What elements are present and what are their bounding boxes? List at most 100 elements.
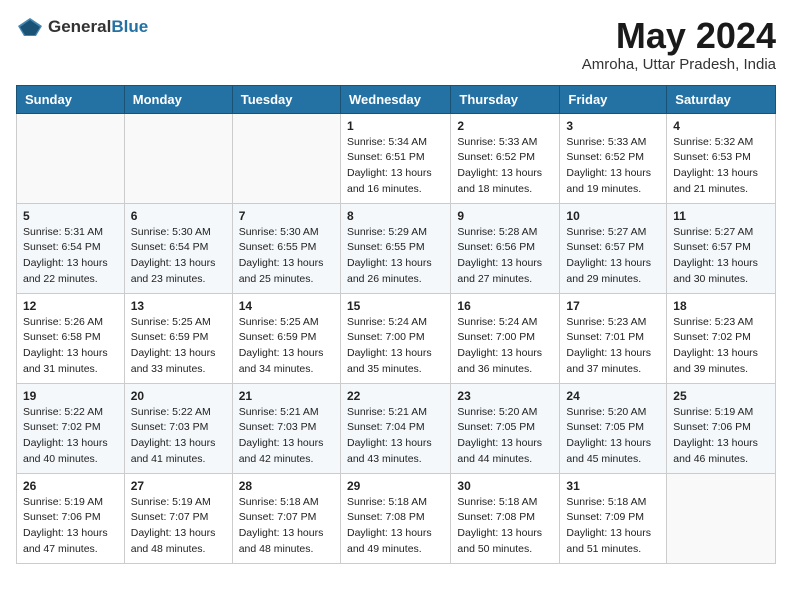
day-info: Sunrise: 5:18 AMSunset: 7:09 PMDaylight:… <box>566 495 660 558</box>
day-info: Sunrise: 5:33 AMSunset: 6:52 PMDaylight:… <box>457 135 553 198</box>
calendar-cell: 10 Sunrise: 5:27 AMSunset: 6:57 PMDayligh… <box>560 203 667 293</box>
day-number: 31 <box>566 479 660 493</box>
logo-general: General <box>48 17 111 36</box>
day-info: Sunrise: 5:30 AMSunset: 6:54 PMDaylight:… <box>131 225 226 288</box>
calendar-cell: 12 Sunrise: 5:26 AMSunset: 6:58 PMDayligh… <box>17 293 125 383</box>
calendar-week-row: 12 Sunrise: 5:26 AMSunset: 6:58 PMDayligh… <box>17 293 776 383</box>
calendar-cell: 3 Sunrise: 5:33 AMSunset: 6:52 PMDaylight… <box>560 113 667 203</box>
day-number: 13 <box>131 299 226 313</box>
day-number: 20 <box>131 389 226 403</box>
calendar-cell: 18 Sunrise: 5:23 AMSunset: 7:02 PMDayligh… <box>667 293 776 383</box>
calendar-header-row: SundayMondayTuesdayWednesdayThursdayFrid… <box>17 85 776 113</box>
day-number: 3 <box>566 119 660 133</box>
day-number: 11 <box>673 209 769 223</box>
day-info: Sunrise: 5:29 AMSunset: 6:55 PMDaylight:… <box>347 225 444 288</box>
day-info: Sunrise: 5:21 AMSunset: 7:03 PMDaylight:… <box>239 405 334 468</box>
day-info: Sunrise: 5:27 AMSunset: 6:57 PMDaylight:… <box>566 225 660 288</box>
generalblue-logo-icon <box>16 16 44 38</box>
logo: GeneralBlue <box>16 16 148 38</box>
day-info: Sunrise: 5:23 AMSunset: 7:02 PMDaylight:… <box>673 315 769 378</box>
calendar-cell: 7Sunrise: 5:30 AMSunset: 6:55 PMDaylight… <box>232 203 340 293</box>
day-info: Sunrise: 5:19 AMSunset: 7:07 PMDaylight:… <box>131 495 226 558</box>
day-number: 15 <box>347 299 444 313</box>
day-info: Sunrise: 5:23 AMSunset: 7:01 PMDaylight:… <box>566 315 660 378</box>
calendar-cell: 27 Sunrise: 5:19 AMSunset: 7:07 PMDayligh… <box>124 473 232 563</box>
calendar-cell: 2 Sunrise: 5:33 AMSunset: 6:52 PMDaylight… <box>451 113 560 203</box>
day-info: Sunrise: 5:22 AMSunset: 7:03 PMDaylight:… <box>131 405 226 468</box>
day-info: Sunrise: 5:18 AMSunset: 7:07 PMDaylight:… <box>239 495 334 558</box>
day-info: Sunrise: 5:18 AMSunset: 7:08 PMDaylight:… <box>347 495 444 558</box>
day-number: 23 <box>457 389 553 403</box>
calendar-cell: 13 Sunrise: 5:25 AMSunset: 6:59 PMDayligh… <box>124 293 232 383</box>
day-number: 26 <box>23 479 118 493</box>
day-info: Sunrise: 5:19 AMSunset: 7:06 PMDaylight:… <box>673 405 769 468</box>
calendar-week-row: 1Sunrise: 5:34 AMSunset: 6:51 PMDaylight… <box>17 113 776 203</box>
calendar-week-row: 19Sunrise: 5:22 AMSunset: 7:02 PMDayligh… <box>17 383 776 473</box>
calendar-cell: 24Sunrise: 5:20 AMSunset: 7:05 PMDayligh… <box>560 383 667 473</box>
day-number: 10 <box>566 209 660 223</box>
calendar-cell <box>667 473 776 563</box>
day-number: 12 <box>23 299 118 313</box>
calendar-cell <box>232 113 340 203</box>
day-info: Sunrise: 5:25 AMSunset: 6:59 PMDaylight:… <box>131 315 226 378</box>
day-info: Sunrise: 5:25 AMSunset: 6:59 PMDaylight:… <box>239 315 334 378</box>
day-number: 21 <box>239 389 334 403</box>
calendar-cell: 6 Sunrise: 5:30 AMSunset: 6:54 PMDaylight… <box>124 203 232 293</box>
day-number: 28 <box>239 479 334 493</box>
title-section: May 2024 Amroha, Uttar Pradesh, India <box>582 16 776 73</box>
day-info: Sunrise: 5:28 AMSunset: 6:56 PMDaylight:… <box>457 225 553 288</box>
day-number: 7 <box>239 209 334 223</box>
day-number: 2 <box>457 119 553 133</box>
calendar-cell: 23Sunrise: 5:20 AMSunset: 7:05 PMDayligh… <box>451 383 560 473</box>
day-info: Sunrise: 5:27 AMSunset: 6:57 PMDaylight:… <box>673 225 769 288</box>
calendar-week-row: 26 Sunrise: 5:19 AMSunset: 7:06 PMDayligh… <box>17 473 776 563</box>
day-info: Sunrise: 5:24 AMSunset: 7:00 PMDaylight:… <box>457 315 553 378</box>
calendar-cell: 16 Sunrise: 5:24 AMSunset: 7:00 PMDayligh… <box>451 293 560 383</box>
weekday-header: Friday <box>560 85 667 113</box>
day-number: 27 <box>131 479 226 493</box>
calendar-cell: 9 Sunrise: 5:28 AMSunset: 6:56 PMDaylight… <box>451 203 560 293</box>
day-number: 9 <box>457 209 553 223</box>
day-number: 22 <box>347 389 444 403</box>
day-info: Sunrise: 5:19 AMSunset: 7:06 PMDaylight:… <box>23 495 118 558</box>
day-number: 16 <box>457 299 553 313</box>
day-number: 29 <box>347 479 444 493</box>
day-number: 4 <box>673 119 769 133</box>
logo-blue: Blue <box>111 17 148 36</box>
day-info: Sunrise: 5:26 AMSunset: 6:58 PMDaylight:… <box>23 315 118 378</box>
day-info: Sunrise: 5:32 AMSunset: 6:53 PMDaylight:… <box>673 135 769 198</box>
day-info: Sunrise: 5:18 AMSunset: 7:08 PMDaylight:… <box>457 495 553 558</box>
calendar-cell: 21 Sunrise: 5:21 AMSunset: 7:03 PMDayligh… <box>232 383 340 473</box>
day-number: 19 <box>23 389 118 403</box>
day-info: Sunrise: 5:31 AMSunset: 6:54 PMDaylight:… <box>23 225 118 288</box>
weekday-header: Tuesday <box>232 85 340 113</box>
weekday-header: Saturday <box>667 85 776 113</box>
day-number: 25 <box>673 389 769 403</box>
calendar-cell: 11 Sunrise: 5:27 AMSunset: 6:57 PMDayligh… <box>667 203 776 293</box>
calendar-cell: 8 Sunrise: 5:29 AMSunset: 6:55 PMDaylight… <box>340 203 450 293</box>
day-info: Sunrise: 5:20 AMSunset: 7:05 PMDaylight:… <box>566 405 660 468</box>
calendar-cell: 5 Sunrise: 5:31 AMSunset: 6:54 PMDaylight… <box>17 203 125 293</box>
day-info: Sunrise: 5:34 AMSunset: 6:51 PMDaylight:… <box>347 135 444 198</box>
calendar-cell <box>17 113 125 203</box>
weekday-header: Monday <box>124 85 232 113</box>
day-number: 8 <box>347 209 444 223</box>
day-number: 30 <box>457 479 553 493</box>
calendar-cell: 28 Sunrise: 5:18 AMSunset: 7:07 PMDayligh… <box>232 473 340 563</box>
calendar-cell: 22 Sunrise: 5:21 AMSunset: 7:04 PMDayligh… <box>340 383 450 473</box>
calendar-cell: 14Sunrise: 5:25 AMSunset: 6:59 PMDayligh… <box>232 293 340 383</box>
calendar-cell: 25 Sunrise: 5:19 AMSunset: 7:06 PMDayligh… <box>667 383 776 473</box>
calendar-cell: 30 Sunrise: 5:18 AMSunset: 7:08 PMDayligh… <box>451 473 560 563</box>
day-number: 6 <box>131 209 226 223</box>
day-info: Sunrise: 5:33 AMSunset: 6:52 PMDaylight:… <box>566 135 660 198</box>
day-info: Sunrise: 5:21 AMSunset: 7:04 PMDaylight:… <box>347 405 444 468</box>
calendar-cell: 20 Sunrise: 5:22 AMSunset: 7:03 PMDayligh… <box>124 383 232 473</box>
day-number: 5 <box>23 209 118 223</box>
day-number: 18 <box>673 299 769 313</box>
calendar-cell: 17Sunrise: 5:23 AMSunset: 7:01 PMDayligh… <box>560 293 667 383</box>
weekday-header: Wednesday <box>340 85 450 113</box>
page-title: May 2024 <box>582 16 776 56</box>
calendar-cell <box>124 113 232 203</box>
calendar-cell: 19Sunrise: 5:22 AMSunset: 7:02 PMDayligh… <box>17 383 125 473</box>
calendar-week-row: 5 Sunrise: 5:31 AMSunset: 6:54 PMDaylight… <box>17 203 776 293</box>
